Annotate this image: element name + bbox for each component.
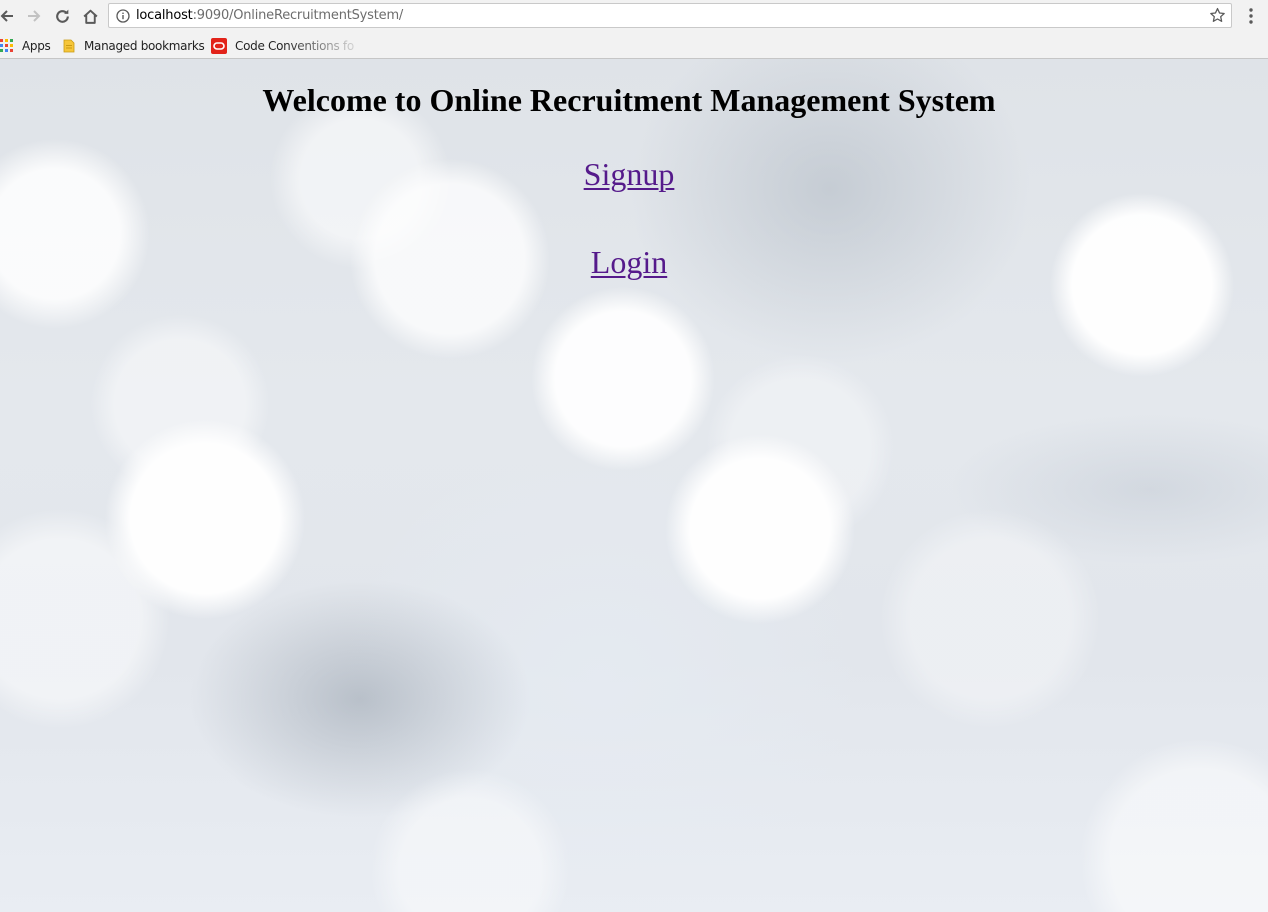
- page-title: Welcome to Online Recruitment Management…: [262, 82, 996, 118]
- signup-row: Signup: [0, 155, 1258, 193]
- vertical-dots-icon[interactable]: [1242, 6, 1260, 26]
- home-icon: [82, 9, 98, 24]
- back-button[interactable]: [0, 4, 19, 28]
- login-row: Login: [0, 243, 1258, 281]
- login-link[interactable]: Login: [591, 244, 667, 280]
- arrow-left-icon: [0, 10, 13, 22]
- bookmarks-bar: Apps Managed bookmarks Code Conventions …: [0, 33, 1268, 59]
- url-host: localhost: [136, 8, 193, 23]
- arrow-right-icon: [28, 10, 41, 22]
- browser-toolbar: localhost:9090/OnlineRecruitmentSystem/: [0, 0, 1268, 33]
- bookmark-apps-label: Apps: [22, 38, 51, 53]
- page-content: Welcome to Online Recruitment Management…: [0, 59, 1268, 912]
- bookmark-managed-label: Managed bookmarks: [84, 38, 205, 53]
- oracle-logo-icon: [211, 37, 227, 54]
- url-text: localhost:9090/OnlineRecruitmentSystem/: [136, 8, 403, 24]
- bookmark-managed[interactable]: Managed bookmarks: [63, 33, 205, 58]
- apps-grid-icon: [0, 38, 13, 52]
- folder-icon: [63, 39, 75, 52]
- bookmark-code-conventions[interactable]: Code Conventions fo: [211, 33, 354, 58]
- forward-button[interactable]: [22, 4, 46, 28]
- url-path: :9090/OnlineRecruitmentSystem/: [192, 8, 404, 23]
- info-circle-icon[interactable]: [116, 9, 130, 23]
- home-button[interactable]: [78, 4, 102, 28]
- star-icon[interactable]: [1209, 7, 1226, 24]
- address-bar[interactable]: localhost:9090/OnlineRecruitmentSystem/: [108, 3, 1232, 28]
- browser-window: localhost:9090/OnlineRecruitmentSystem/: [0, 0, 1268, 912]
- reload-button[interactable]: [50, 4, 74, 28]
- bookmark-code-label: Code Conventions fo: [235, 38, 354, 53]
- bookmark-apps[interactable]: Apps: [0, 33, 51, 58]
- reload-icon: [55, 9, 69, 23]
- signup-link[interactable]: Signup: [584, 156, 675, 192]
